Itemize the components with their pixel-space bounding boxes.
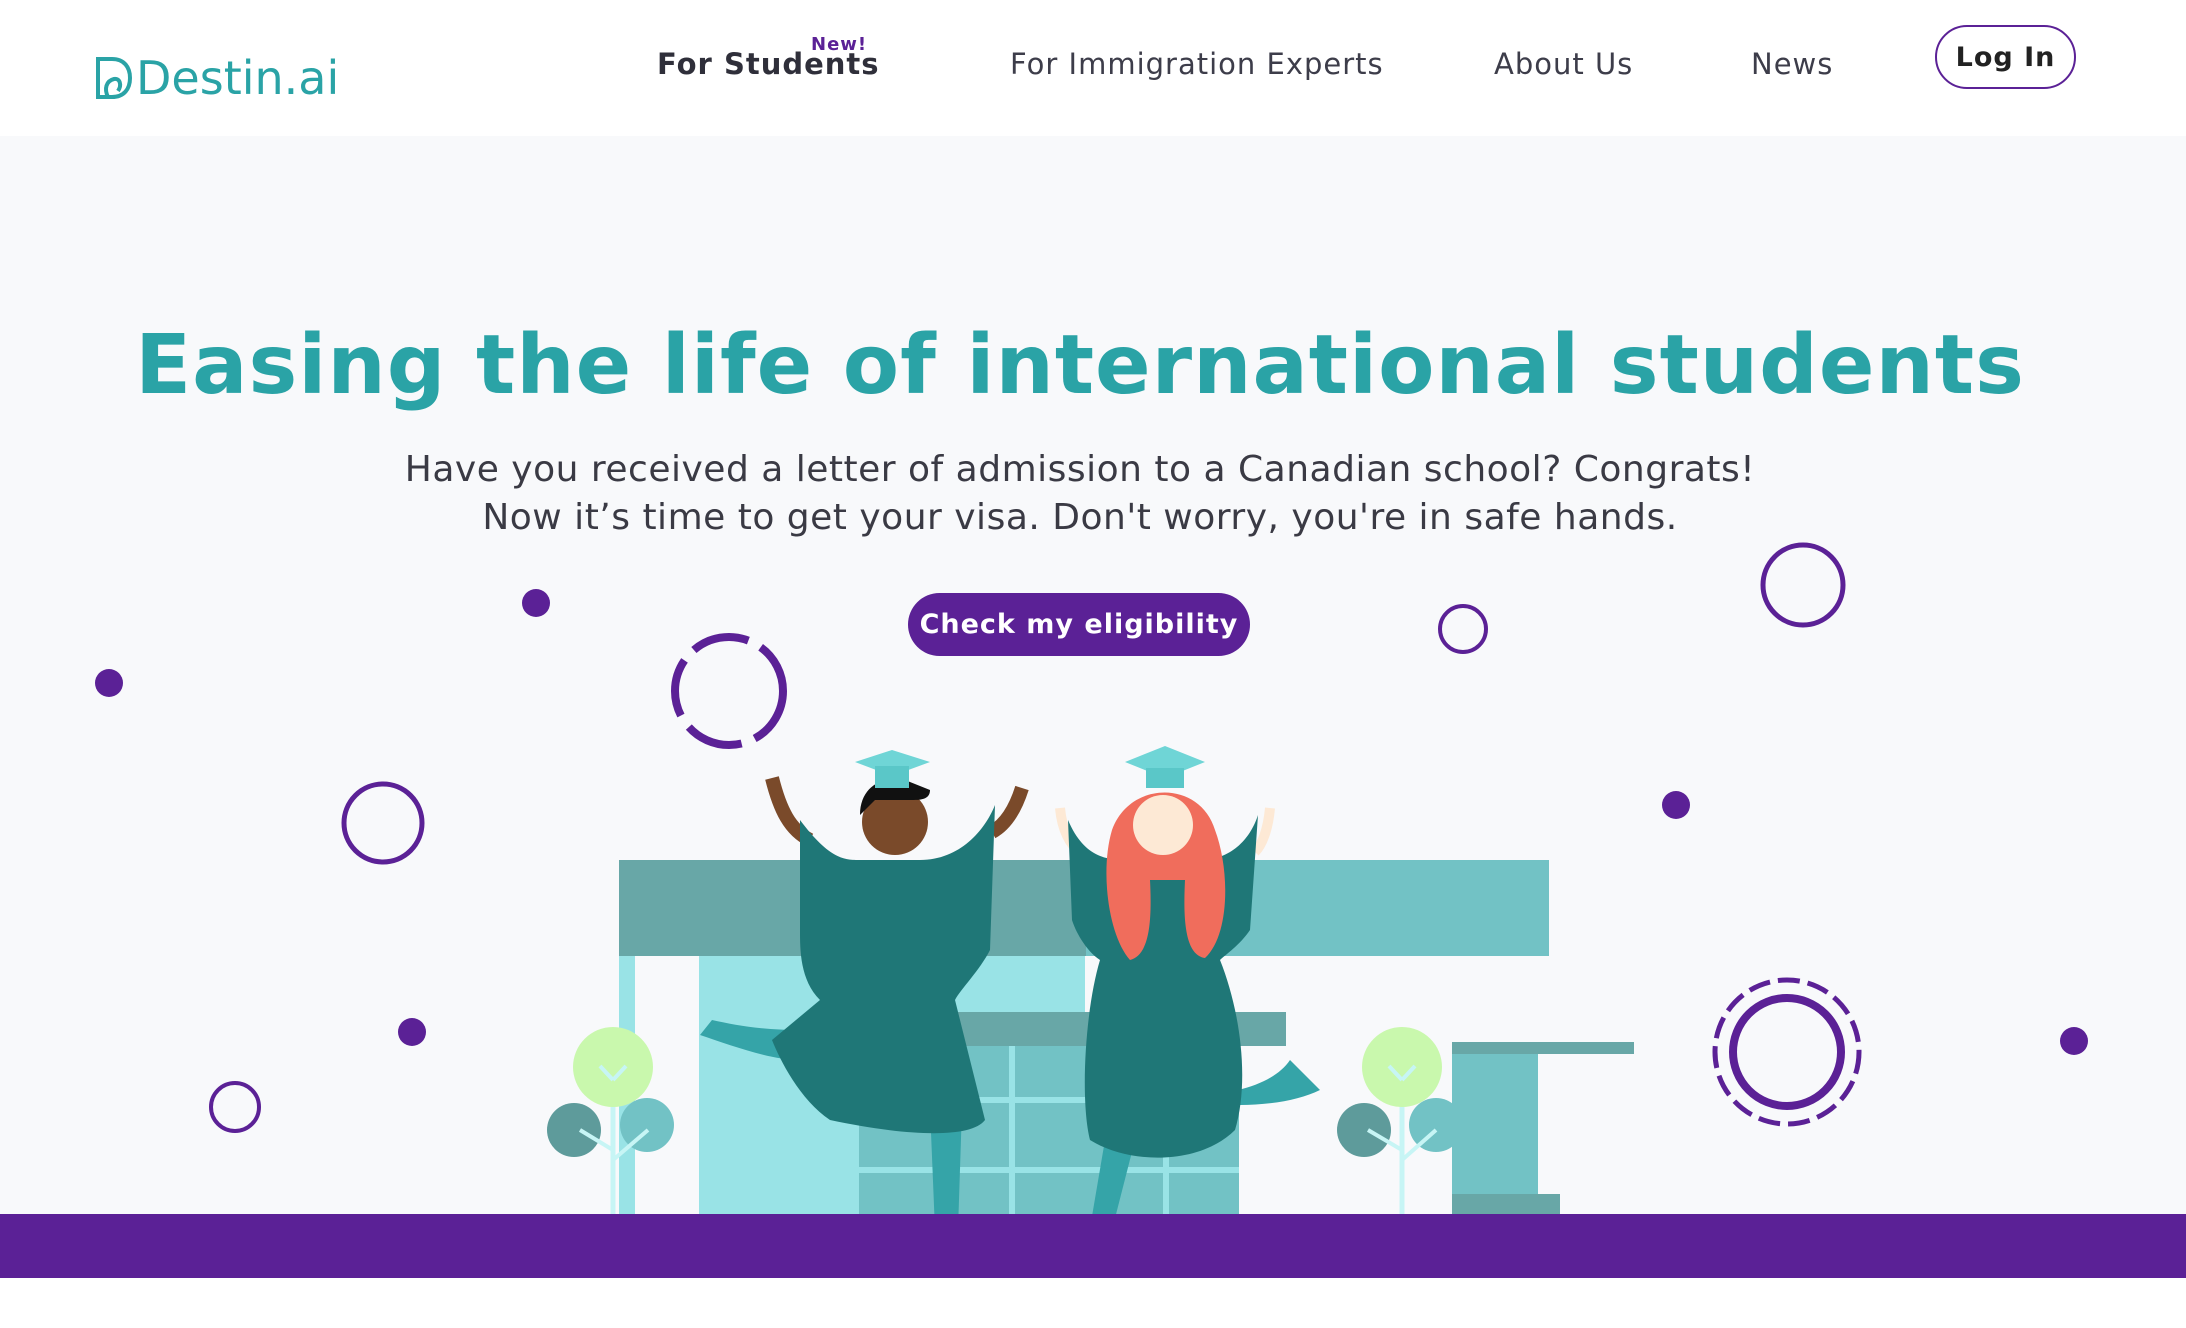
- page-bottom: [0, 1278, 2186, 1328]
- graduate-woman-icon: [1055, 746, 1320, 1214]
- check-eligibility-button[interactable]: Check my eligibility: [908, 593, 1250, 656]
- tree-icon: [1337, 1027, 1463, 1214]
- hero-subtext: Have you received a letter of admission …: [0, 446, 2160, 542]
- hero-subtext-line-2: Now it’s time to get your visa. Don't wo…: [482, 497, 1678, 538]
- hero-headline: Easing the life of international student…: [135, 318, 2025, 413]
- ground-band: [0, 1214, 2186, 1278]
- hero-subtext-line-1: Have you received a letter of admission …: [404, 449, 1756, 490]
- tree-icon: [547, 1027, 674, 1214]
